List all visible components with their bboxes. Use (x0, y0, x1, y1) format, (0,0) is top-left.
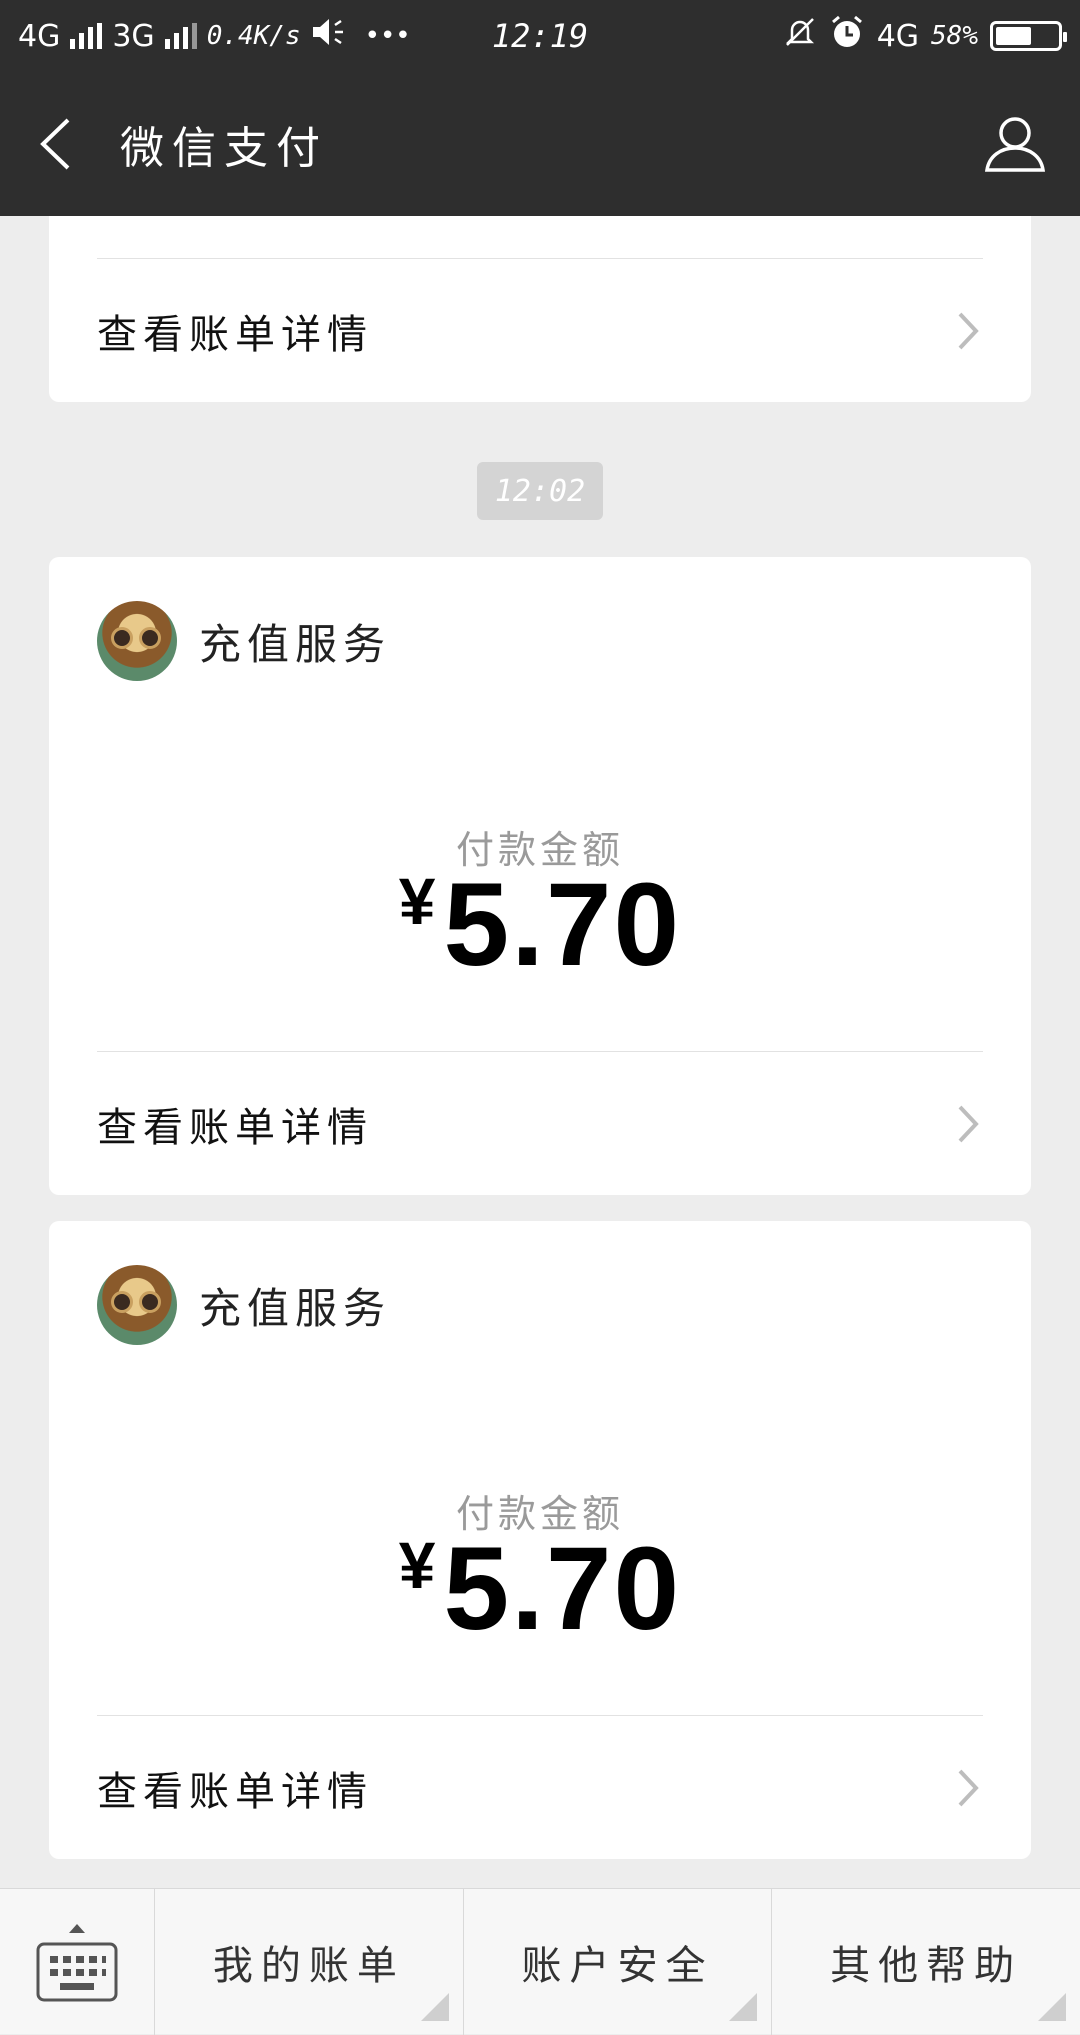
payment-card: 充值服务 付款金额 ¥5.70 查看账单详情 (49, 557, 1031, 1195)
view-bill-detail-label: 查看账单详情 (97, 1104, 373, 1151)
user-icon (984, 117, 1046, 172)
view-bill-detail-label: 查看账单详情 (97, 311, 373, 358)
more-dots: ••• (364, 21, 411, 51)
keyboard-icon (36, 1942, 118, 2002)
currency-symbol: ¥ (398, 1528, 436, 1602)
message-list[interactable]: 查看账单详情 12:02 充值服务 付款金额 ¥5.70 查看账单详情 充值服务 (0, 216, 1080, 1888)
network-type-1: 4G (18, 18, 61, 54)
payment-amount: ¥5.70 (49, 1521, 1031, 1657)
keyboard-toggle-button[interactable] (0, 1889, 155, 2035)
payment-card: 充值服务 付款金额 ¥5.70 查看账单详情 (49, 1221, 1031, 1859)
status-bar: 4G 3G 0.4K/s ••• 12:19 4G 58% (0, 0, 1080, 72)
battery-percent: 58% (931, 21, 978, 51)
view-bill-detail-row[interactable]: 查看账单详情 (97, 1715, 983, 1859)
menu-label: 我的账单 (212, 1943, 405, 1989)
signal-icon (70, 23, 103, 49)
amount-value: 5.70 (443, 1523, 682, 1655)
network-type-2: 3G (112, 18, 155, 54)
menu-my-bills[interactable]: 我的账单 (155, 1889, 464, 2035)
merchant-name: 充值服务 (199, 1283, 392, 1333)
merchant-avatar (97, 1265, 177, 1345)
view-bill-detail-label: 查看账单详情 (97, 1768, 373, 1815)
network-speed: 0.4K/s (206, 21, 301, 51)
amount-value: 5.70 (443, 859, 682, 991)
merchant-avatar (97, 601, 177, 681)
view-bill-detail-row[interactable]: 查看账单详情 (97, 258, 983, 402)
merchant-header: 充值服务 (97, 601, 391, 681)
bottom-menu-bar: 我的账单 账户安全 其他帮助 (0, 1888, 1080, 2035)
volume-icon (311, 17, 349, 55)
submenu-indicator-icon (420, 1993, 449, 2021)
signal-icon (164, 23, 197, 49)
page-title: 微信支付 (120, 123, 328, 174)
chevron-right-icon (953, 1102, 983, 1146)
chevron-right-icon (953, 1766, 983, 1810)
battery-icon (990, 21, 1067, 51)
payment-amount: ¥5.70 (49, 857, 1031, 993)
payment-card-partial: 查看账单详情 (49, 216, 1031, 402)
menu-account-security[interactable]: 账户安全 (464, 1889, 773, 2035)
menu-other-help[interactable]: 其他帮助 (772, 1889, 1080, 2035)
merchant-header: 充值服务 (97, 1265, 391, 1345)
alarm-icon (829, 14, 865, 58)
submenu-indicator-icon (729, 1993, 758, 2021)
submenu-indicator-icon (1038, 1993, 1067, 2021)
chevron-right-icon (953, 309, 983, 353)
caret-up-icon (69, 1924, 85, 1933)
mute-bell-icon (783, 15, 817, 57)
merchant-name: 充值服务 (199, 619, 392, 669)
menu-label: 其他帮助 (830, 1943, 1023, 1989)
network-type-3: 4G (876, 18, 920, 54)
back-arrow-icon (40, 118, 70, 170)
time-separator: 12:02 (477, 462, 603, 520)
currency-symbol: ¥ (398, 864, 436, 938)
profile-button[interactable] (950, 72, 1080, 216)
view-bill-detail-row[interactable]: 查看账单详情 (97, 1051, 983, 1195)
back-button[interactable] (0, 72, 110, 216)
nav-bar: 微信支付 (0, 72, 1080, 216)
menu-label: 账户安全 (521, 1943, 714, 1989)
